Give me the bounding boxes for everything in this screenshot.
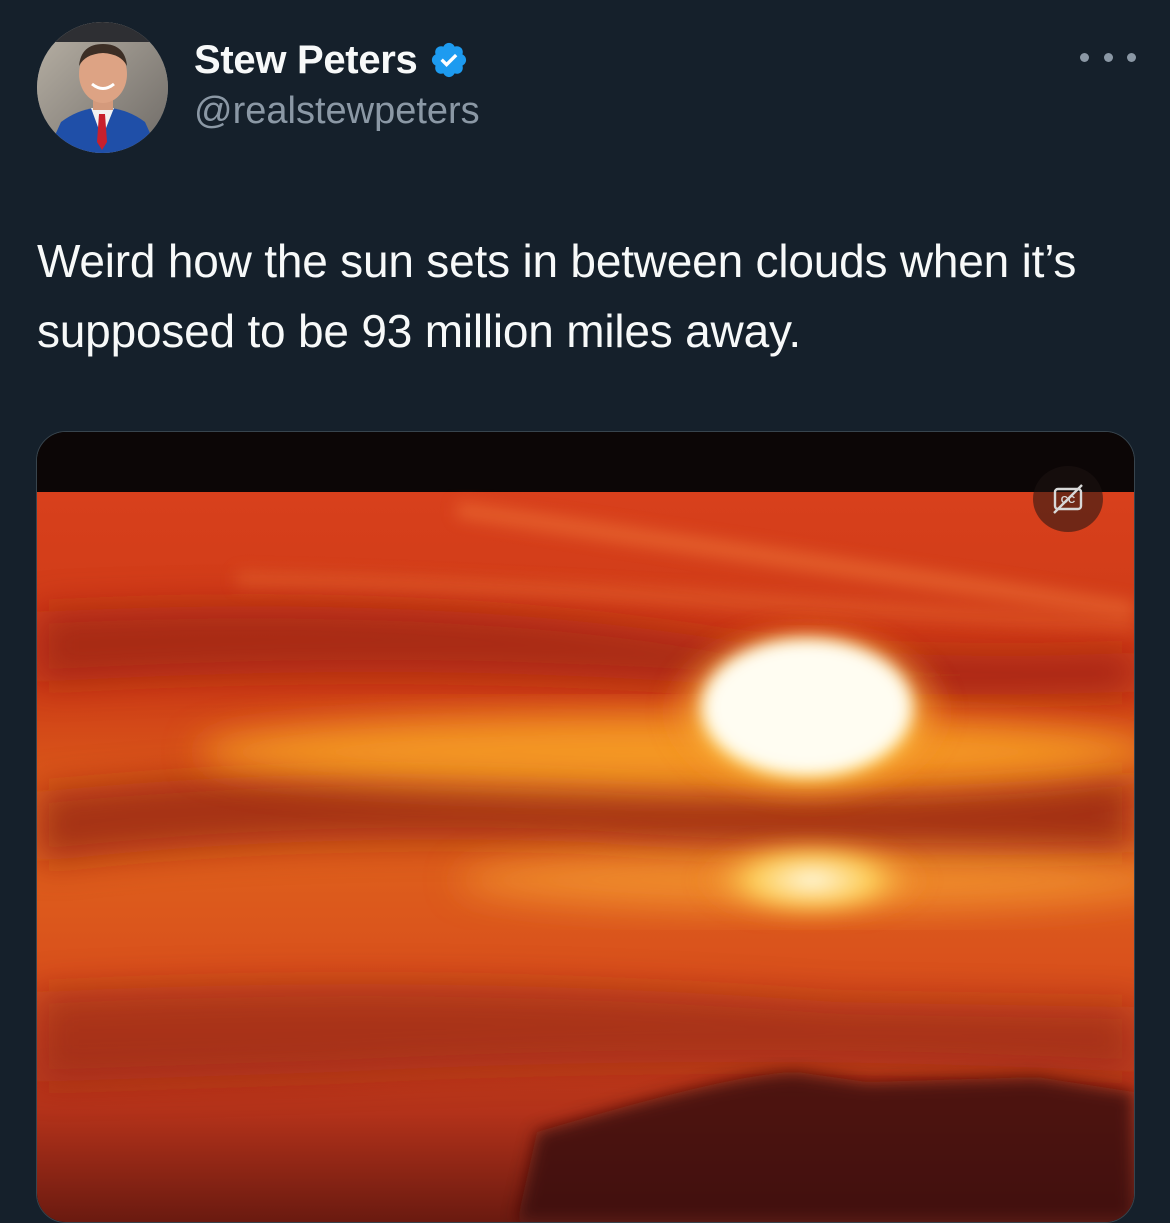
more-dot (1127, 52, 1136, 62)
video-player[interactable] (36, 431, 1135, 1223)
tweet-text: Weird how the sun sets in between clouds… (37, 235, 1077, 357)
sunset-video-frame (37, 432, 1134, 1222)
tweet: Stew Peters @realstewpeters Weird how th… (0, 0, 1170, 1223)
author-name-row: Stew Peters (194, 36, 469, 84)
verified-badge-icon[interactable] (429, 40, 469, 80)
more-dot (1080, 52, 1089, 62)
avatar-photo (37, 22, 168, 153)
author-display-name[interactable]: Stew Peters (194, 38, 418, 83)
avatar[interactable] (37, 22, 168, 153)
more-dot (1103, 52, 1113, 62)
more-options-icon[interactable] (1080, 42, 1136, 72)
captions-off-icon[interactable]: CC (1033, 466, 1103, 532)
author-handle[interactable]: @realstewpeters (194, 90, 480, 133)
